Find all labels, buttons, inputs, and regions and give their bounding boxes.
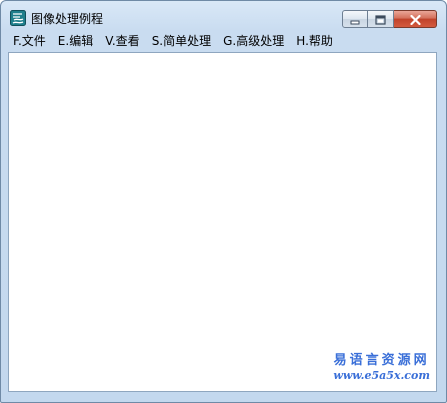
maximize-button[interactable]: [368, 10, 394, 28]
maximize-icon: [375, 10, 386, 29]
minimize-button[interactable]: [342, 10, 368, 28]
close-button[interactable]: [394, 10, 437, 28]
app-logo-icon: [10, 10, 26, 26]
window-controls: [342, 10, 437, 29]
menu-file[interactable]: F.文件: [7, 32, 52, 50]
watermark-url: www.e5a5x.com: [333, 369, 430, 382]
menu-bar: F.文件 E.编辑 V.查看 S.简单处理 G.高级处理 H.帮助: [7, 32, 440, 50]
site-watermark: 易语言资源网 www.e5a5x.com: [333, 353, 430, 382]
watermark-text: 易语言资源网: [333, 353, 430, 368]
menu-simple-processing[interactable]: S.简单处理: [146, 32, 217, 50]
minimize-icon: [350, 10, 360, 29]
close-icon: [409, 10, 421, 29]
menu-edit[interactable]: E.编辑: [52, 32, 99, 50]
app-window: 图像处理例程 F.文件 E.编辑 V.查看 S.简单处理 G.高级处理 H.帮助…: [0, 0, 447, 403]
menu-help[interactable]: H.帮助: [290, 32, 339, 50]
window-title: 图像处理例程: [31, 12, 104, 26]
menu-advanced-processing[interactable]: G.高级处理: [217, 32, 290, 50]
title-bar[interactable]: 图像处理例程: [1, 1, 446, 31]
client-area[interactable]: 易语言资源网 www.e5a5x.com: [8, 52, 437, 392]
menu-view[interactable]: V.查看: [99, 32, 145, 50]
